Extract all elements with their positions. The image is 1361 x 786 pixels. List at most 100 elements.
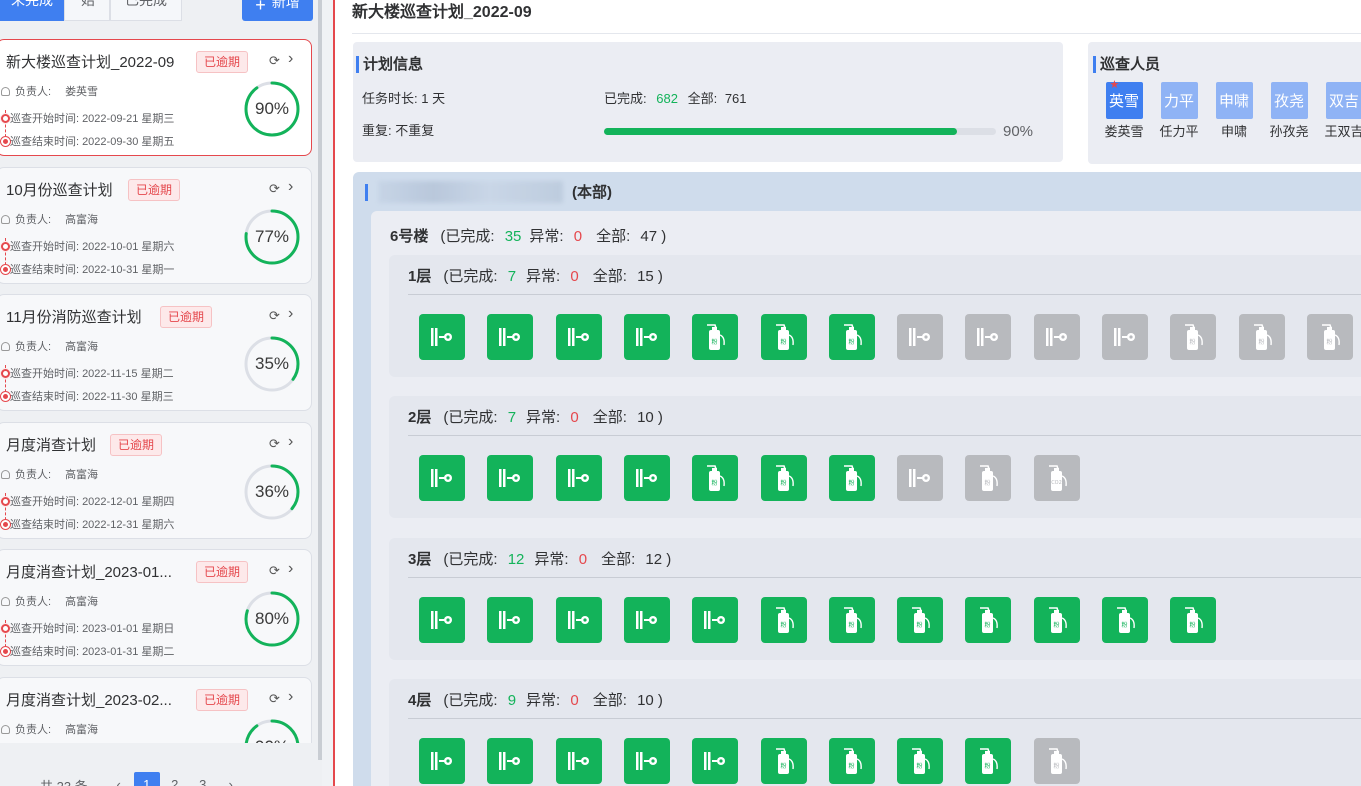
device-extinguisher[interactable]: 粉 [692,455,739,502]
inspector[interactable]: 双吉 王双吉 [1316,82,1361,140]
refresh-icon[interactable]: ⟳ [269,181,280,197]
chevron-right-icon[interactable]: › [288,178,293,196]
tab-not-started[interactable]: 未开始 [64,0,110,21]
device-extinguisher[interactable]: 粉 [965,596,1012,643]
device-hydrant[interactable] [487,455,534,502]
device-extinguisher[interactable]: 粉 [1306,314,1353,360]
owner-label: 负责人: [15,86,52,98]
plan-owner-row: 负责人: 高富海 [1,211,98,227]
device-hydrant[interactable] [419,455,465,502]
floor-name: 2层 [408,409,432,427]
progress-percent: 90% [244,719,300,744]
hydrant-icon [567,327,591,347]
refresh-icon[interactable]: ⟳ [269,436,280,452]
device-extinguisher[interactable]: 粉 [965,455,1012,502]
device-hydrant[interactable] [897,455,944,502]
device-hydrant[interactable] [623,596,670,643]
chevron-right-icon[interactable]: › [288,305,293,323]
device-extinguisher[interactable]: 粉 [965,737,1012,784]
device-hydrant[interactable] [487,314,534,360]
chevron-right-icon[interactable]: › [288,560,293,578]
chevron-right-icon[interactable]: › [288,50,293,68]
chevron-right-icon[interactable]: › [288,433,293,451]
page-2-button[interactable]: 2 [162,772,188,786]
svg-text:粉: 粉 [1121,621,1127,629]
device-hydrant[interactable] [623,314,670,360]
device-hydrant[interactable] [487,737,534,784]
plan-owner-row: 负责人: 娄英雪 [1,83,98,99]
device-hydrant[interactable] [1102,314,1148,360]
add-plan-button[interactable]: + 新增 [242,0,313,21]
device-hydrant[interactable] [419,314,465,360]
device-extinguisher[interactable]: 粉 [760,455,807,502]
device-co2-extinguisher[interactable]: CO2 [1033,455,1080,502]
avatar-text: 申啸 [1218,93,1249,110]
device-extinguisher[interactable]: 粉 [760,737,807,784]
sidebar-scrollbar[interactable] [318,0,322,760]
device-extinguisher[interactable]: 粉 [828,455,875,502]
device-extinguisher[interactable]: 粉 [1033,737,1080,784]
plan-card[interactable]: 11月份消防巡查计划 已逾期 ⟳ › 负责人: 高富海 巡查开始时间: 2022-1… [0,294,312,411]
device-hydrant[interactable] [487,596,534,643]
plan-card[interactable]: 月度消查计划_2023-01... 已逾期 ⟳ › 负责人: 高富海 巡查开始时间… [0,549,312,666]
refresh-icon[interactable]: ⟳ [269,53,280,69]
extinguisher-icon: 粉 [704,323,726,351]
device-extinguisher[interactable]: 粉 [828,596,875,643]
device-extinguisher[interactable]: 粉 [692,314,739,360]
device-hydrant[interactable] [965,314,1012,360]
device-extinguisher[interactable]: 粉 [1170,596,1217,643]
floor-abnormal-label: 异常: [526,691,561,709]
inspector[interactable]: 申啸 申啸 [1206,82,1262,140]
plan-owner: 高富海 [65,723,99,736]
refresh-icon[interactable]: ⟳ [269,691,280,707]
device-extinguisher[interactable]: 粉 [1033,596,1080,643]
device-extinguisher[interactable]: 粉 [1170,314,1217,360]
floor-header: 1层 (已完成: 7 异常: 0 全部: 15 ) [408,265,663,286]
device-hydrant[interactable] [897,314,944,360]
device-hydrant[interactable] [555,737,602,784]
overdue-tag: 已逾期 [196,561,249,583]
extinguisher-icon: 粉 [841,464,863,492]
tab-unfinished[interactable]: 未完成 [0,0,64,21]
device-hydrant[interactable] [555,314,602,360]
inspector[interactable]: ★ 英雪 娄英雪 [1096,80,1152,140]
plan-card[interactable]: 10月份巡查计划 已逾期 ⟳ › 负责人: 高富海 巡查开始时间: 2022-10-… [0,166,312,284]
page-3-button[interactable]: 3 [190,772,216,786]
device-extinguisher[interactable]: 粉 [760,314,807,360]
extinguisher-icon: 粉 [1251,323,1273,351]
prev-page-button[interactable]: ‹ [106,772,132,786]
plan-progress-fill [604,128,957,135]
floor-total: 12 [645,550,663,568]
device-hydrant[interactable] [555,596,602,643]
device-extinguisher[interactable]: 粉 [828,737,875,784]
device-hydrant[interactable] [692,737,739,784]
tab-finished[interactable]: 已完成 [110,0,182,21]
plan-card[interactable]: 月度消查计划 已逾期 ⟳ › 负责人: 高富海 巡查开始时间: 2022-12-01… [0,421,312,539]
inspector[interactable]: 力平 任力平 [1151,82,1207,140]
device-extinguisher[interactable]: 粉 [897,737,944,784]
plan-card[interactable]: 新大楼巡查计划_2022-09 已逾期 ⟳ › 负责人: 娄英雪 巡查开始时间: 2… [0,39,312,156]
device-hydrant[interactable] [623,737,670,784]
device-extinguisher[interactable]: 粉 [828,314,875,360]
building-header: 6号楼 (已完成: 35 异常: 0 全部: 47 ) [390,225,666,246]
plan-list: 新大楼巡查计划_2022-09 已逾期 ⟳ › 负责人: 娄英雪 巡查开始时间: 2… [0,39,312,743]
device-extinguisher[interactable]: 粉 [1102,596,1148,643]
device-hydrant[interactable] [692,596,739,643]
device-hydrant[interactable] [623,455,670,502]
repeat-setting: 重复: 不重复 [362,123,435,138]
device-extinguisher[interactable]: 粉 [897,596,944,643]
inspector[interactable]: 孜尧 孙孜尧 [1261,82,1317,140]
plan-card[interactable]: 月度消查计划_2023-02... 已逾期 ⟳ › 负责人: 高富海 90% [0,676,312,744]
device-hydrant[interactable] [555,455,602,502]
refresh-icon[interactable]: ⟳ [269,308,280,324]
device-hydrant[interactable] [419,737,465,784]
page-1-button[interactable]: 1 [133,772,160,786]
plan-owner: 高富海 [65,468,99,481]
chevron-right-icon[interactable]: › [288,688,293,706]
device-hydrant[interactable] [419,596,465,643]
device-extinguisher[interactable]: 粉 [760,596,807,643]
device-hydrant[interactable] [1033,314,1080,360]
refresh-icon[interactable]: ⟳ [269,563,280,579]
next-page-button[interactable]: › [218,772,244,786]
device-extinguisher[interactable]: 粉 [1238,314,1285,360]
